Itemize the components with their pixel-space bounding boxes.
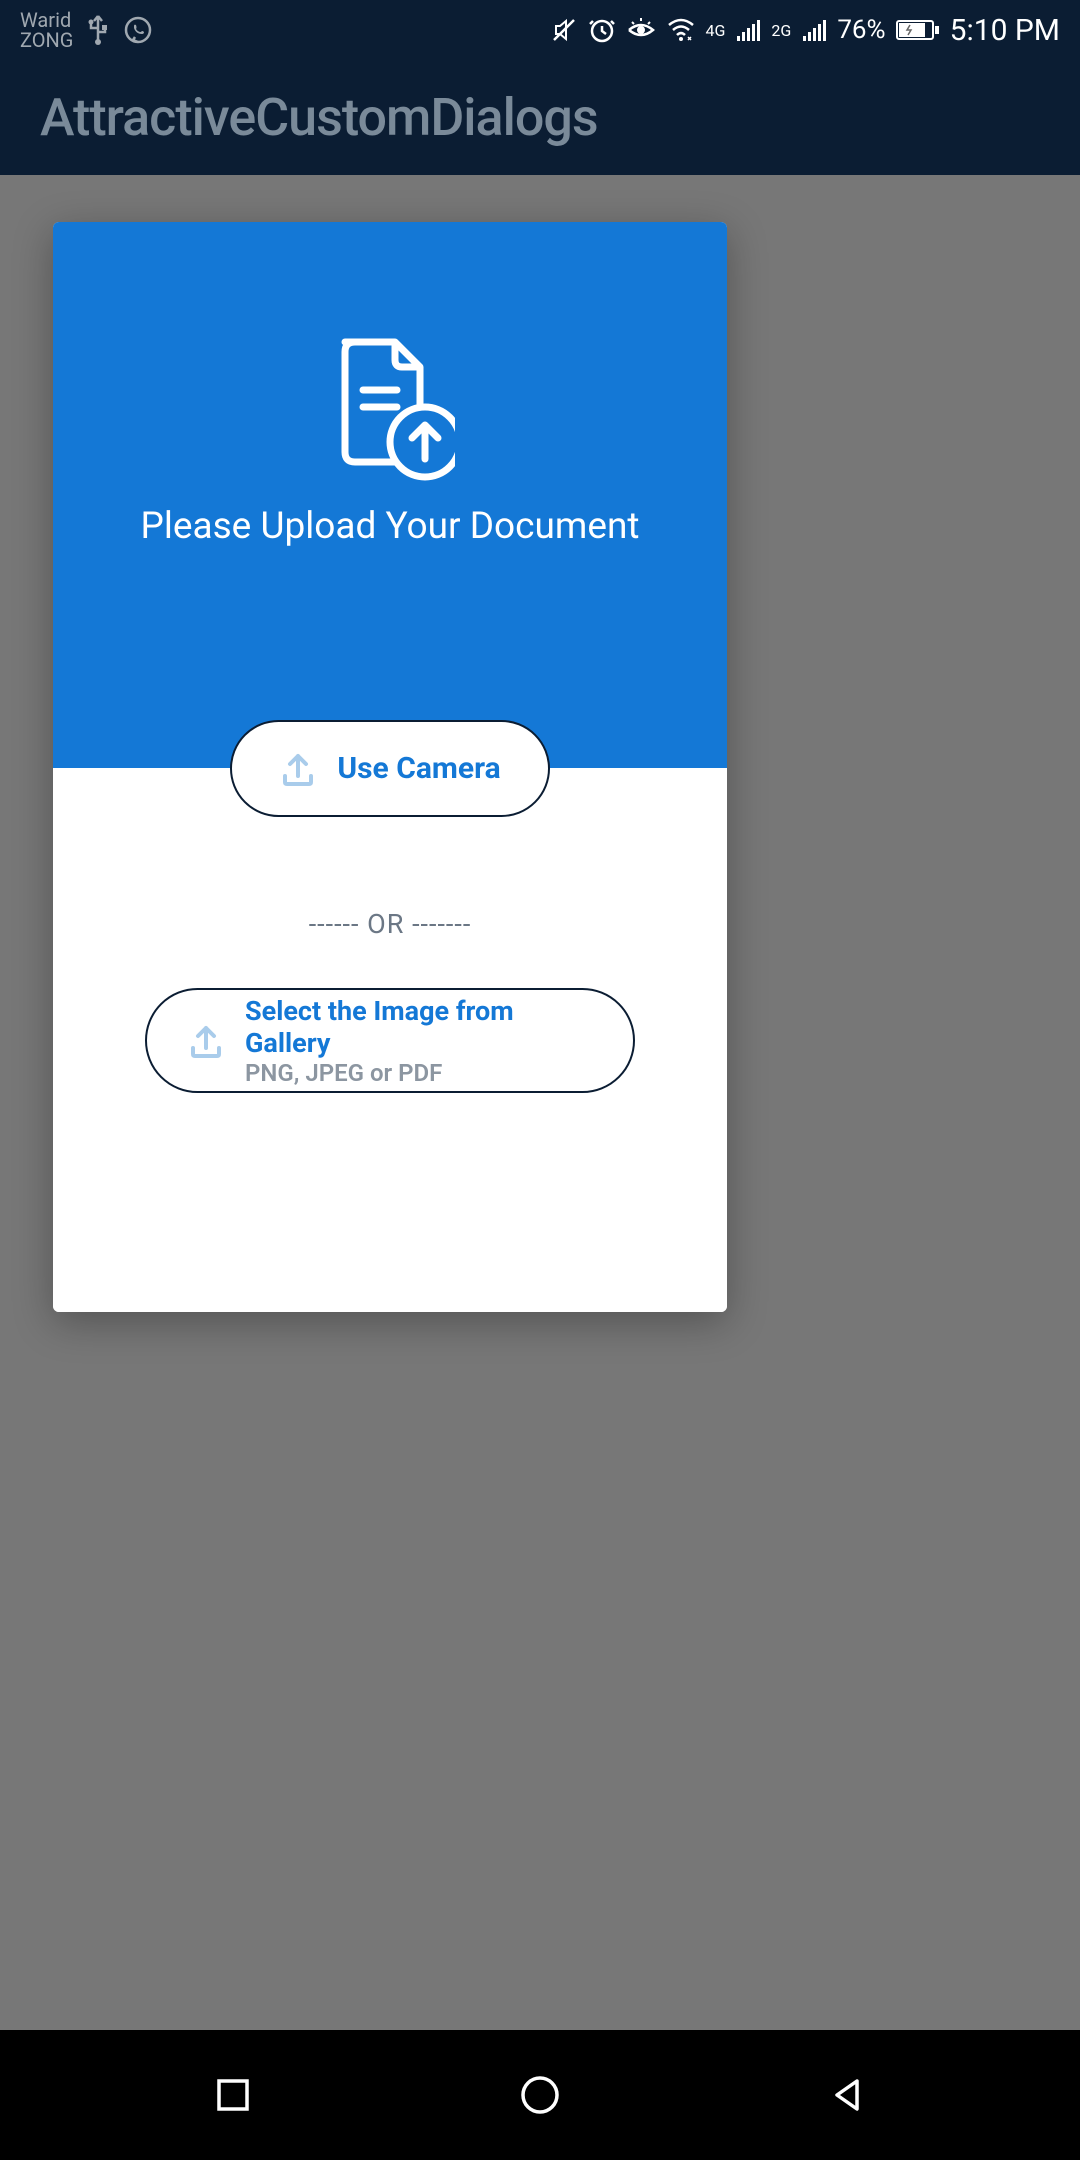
recents-button[interactable] — [206, 2068, 260, 2122]
back-button[interactable] — [820, 2068, 874, 2122]
network-2g-label: 2G — [771, 21, 791, 40]
usb-icon — [85, 14, 111, 46]
upload-icon — [187, 1022, 225, 1060]
home-button[interactable] — [513, 2068, 567, 2122]
whatsapp-icon — [123, 15, 153, 45]
dialog-header: Please Upload Your Document — [53, 222, 727, 768]
dialog-title: Please Upload Your Document — [140, 502, 639, 552]
eye-icon — [626, 16, 656, 44]
app-title: AttractiveCustomDialogs — [40, 87, 598, 148]
mute-icon — [550, 16, 578, 44]
time-label: 5:10 PM — [950, 13, 1060, 48]
dialog-body: Use Camera ------ OR ------- Select the … — [53, 768, 727, 1312]
network-4g-label: 4G — [706, 21, 726, 40]
document-upload-icon — [325, 332, 455, 472]
carrier-line1: Warid — [20, 10, 73, 30]
status-bar: Warid ZONG — [0, 0, 1080, 60]
gallery-button-sublabel: PNG, JPEG or PDF — [245, 1059, 593, 1087]
battery-percent: 76% — [837, 15, 885, 45]
camera-button-label: Use Camera — [337, 751, 500, 786]
gallery-button-label: Select the Image from Gallery — [245, 995, 593, 1059]
wifi-icon — [666, 17, 696, 43]
upload-icon — [279, 750, 317, 788]
upload-document-dialog: Please Upload Your Document Use Camera -… — [53, 222, 727, 1312]
status-right: 4G 2G 76% — [550, 13, 1060, 48]
status-left: Warid ZONG — [20, 10, 153, 50]
or-divider: ------ OR ------- — [53, 908, 727, 940]
select-gallery-button[interactable]: Select the Image from Gallery PNG, JPEG … — [145, 988, 635, 1093]
navigation-bar — [0, 2030, 1080, 2160]
alarm-icon — [588, 16, 616, 44]
carrier-line2: ZONG — [20, 30, 73, 50]
carrier-label: Warid ZONG — [20, 10, 73, 50]
battery-icon — [896, 19, 940, 41]
use-camera-button[interactable]: Use Camera — [230, 720, 550, 817]
signal-icon-1 — [735, 18, 761, 42]
gallery-text-group: Select the Image from Gallery PNG, JPEG … — [245, 995, 593, 1087]
app-bar: AttractiveCustomDialogs — [0, 60, 1080, 175]
signal-icon-2 — [801, 18, 827, 42]
